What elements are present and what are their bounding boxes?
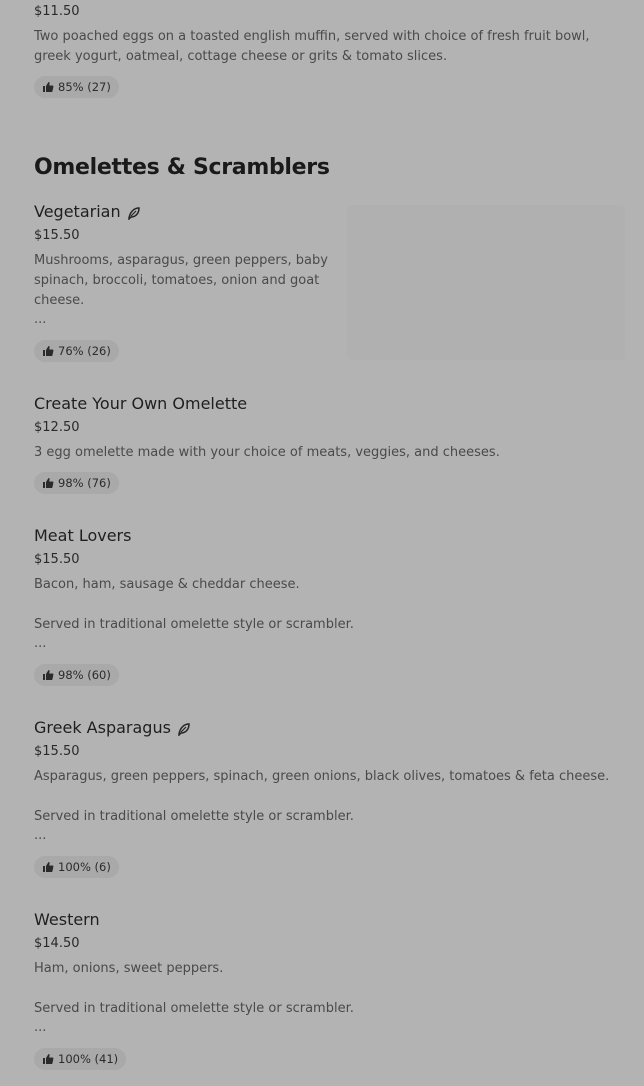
item-name: Create Your Own Omelette <box>34 394 248 413</box>
thumbs-up-icon <box>43 670 54 680</box>
thumbs-up-icon <box>43 478 54 488</box>
leaf-icon <box>127 206 140 220</box>
item-description: Bacon, ham, sausage & cheddar cheese. <box>34 577 300 592</box>
rating-text: 98% (60) <box>58 668 111 682</box>
rating-badge: 100% (41) <box>34 1048 127 1070</box>
rating-text: 98% (76) <box>58 476 111 490</box>
rating-badge: 76% (26) <box>34 340 119 362</box>
thumbs-up-icon <box>43 1054 54 1064</box>
item-image[interactable] <box>347 205 625 360</box>
section-title: Omelettes & Scramblers <box>34 155 330 180</box>
item-description: Ham, onions, sweet peppers. <box>34 961 224 976</box>
item-description: Asparagus, green peppers, spinach, green… <box>34 769 610 784</box>
rating-badge: 85% (27) <box>34 76 119 98</box>
rating-text: 76% (26) <box>58 344 111 358</box>
item-price: $12.50 <box>34 420 80 435</box>
rating-badge: 98% (60) <box>34 664 119 686</box>
rating-text: 100% (41) <box>58 1052 119 1066</box>
item-price: $11.50 <box>34 4 80 19</box>
thumbs-up-icon <box>43 82 54 92</box>
item-description-serving: Served in traditional omelette style or … <box>34 809 354 824</box>
rating-badge: 100% (6) <box>34 856 119 878</box>
item-name: Vegetarian <box>34 202 141 221</box>
leaf-icon <box>178 722 190 736</box>
thumbs-up-icon <box>43 862 54 872</box>
item-description: Two poached eggs on a toasted english mu… <box>34 29 590 64</box>
thumbs-up-icon <box>43 346 54 356</box>
item-price: $14.50 <box>34 936 80 951</box>
more-ellipsis: ... <box>34 636 47 651</box>
more-ellipsis: ... <box>34 828 47 843</box>
item-name: Western <box>34 910 100 929</box>
more-ellipsis: ... <box>34 312 47 327</box>
item-description: Mushrooms, asparagus, green peppers, bab… <box>34 253 328 308</box>
item-name: Meat Lovers <box>34 526 132 545</box>
rating-text: 100% (6) <box>58 860 111 874</box>
item-name: Greek Asparagus <box>34 718 191 737</box>
item-price: $15.50 <box>34 552 80 567</box>
item-description-serving: Served in traditional omelette style or … <box>34 617 354 632</box>
rating-text: 85% (27) <box>58 80 111 94</box>
item-description: 3 egg omelette made with your choice of … <box>34 445 500 460</box>
item-description-serving: Served in traditional omelette style or … <box>34 1001 354 1016</box>
more-ellipsis: ... <box>34 1020 47 1035</box>
item-price: $15.50 <box>34 228 80 243</box>
item-price: $15.50 <box>34 744 80 759</box>
rating-badge: 98% (76) <box>34 472 119 494</box>
